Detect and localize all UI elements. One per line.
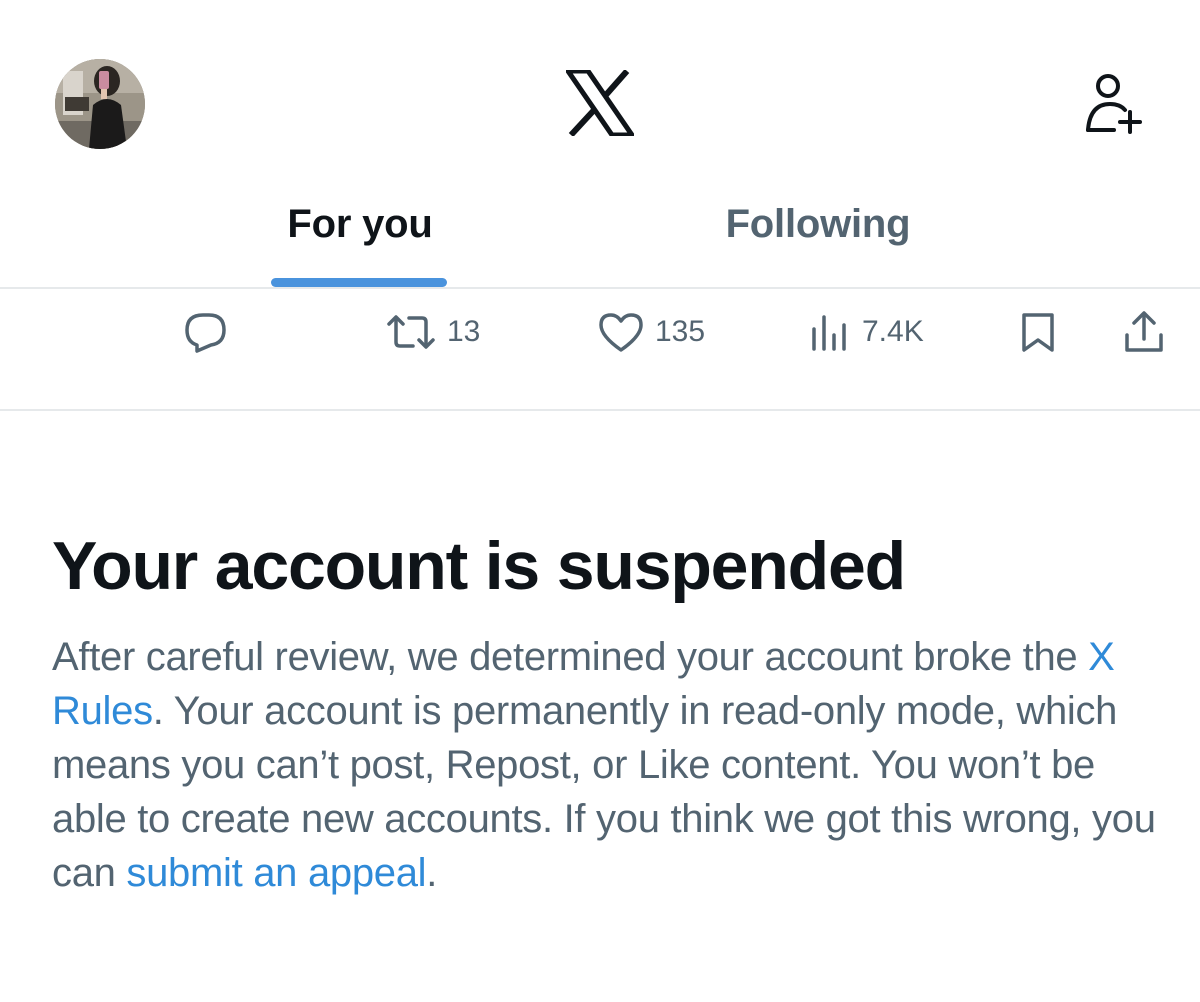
post-action-bar: 13 135 7.4K [0,289,1200,409]
add-user-icon[interactable] [1084,72,1144,134]
active-tab-indicator [271,278,447,287]
suspension-message: After careful review, we determined your… [52,630,1162,900]
suspension-title: Your account is suspended [52,528,906,604]
timeline-tabs: For you Following [0,170,1200,288]
views-chart-icon [812,315,846,351]
top-bar [0,0,1200,170]
divider [0,409,1200,411]
reply-button[interactable] [183,289,239,375]
suspension-notice: Your account is suspended After careful … [52,528,1162,900]
views-count: 7.4K [862,315,924,348]
views-button[interactable]: 7.4K [808,289,924,375]
like-count: 135 [655,315,706,348]
message-text: After careful review, we determined your… [52,635,1089,679]
avatar[interactable] [55,59,145,149]
bookmark-button[interactable] [1018,289,1058,375]
repost-count: 13 [447,315,481,348]
heart-icon [599,313,643,352]
tab-following[interactable]: Following [698,202,938,288]
repost-button[interactable]: 13 [385,289,480,375]
reply-icon [185,313,226,353]
share-button[interactable] [1122,289,1166,375]
repost-icon [387,315,435,349]
like-button[interactable]: 135 [597,289,705,375]
submit-appeal-link[interactable]: submit an appeal [126,851,426,895]
x-logo-icon[interactable] [563,68,637,138]
tab-for-you[interactable]: For you [240,202,480,288]
message-text: . [426,851,438,895]
profile-photo-icon [55,59,145,149]
share-icon [1125,311,1163,352]
bookmark-icon [1022,313,1054,352]
